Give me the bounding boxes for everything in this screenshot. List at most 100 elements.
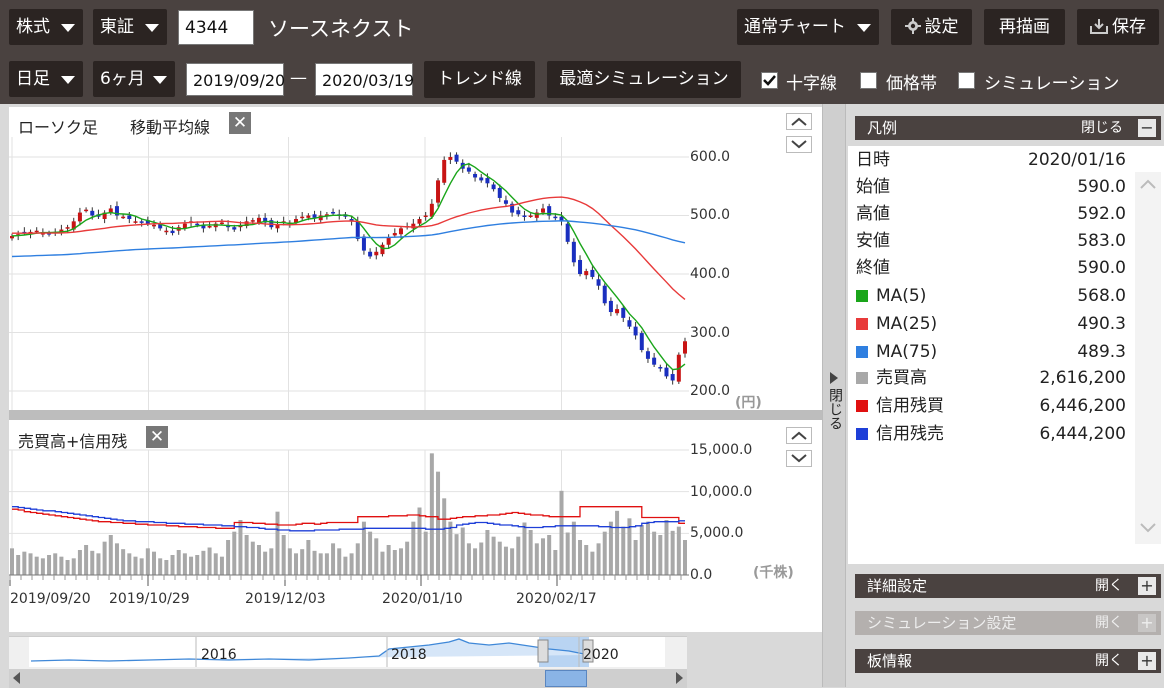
range-select[interactable]: 6ヶ月	[93, 61, 175, 97]
date-to-input[interactable]: 2020/03/19	[315, 63, 414, 96]
legend-row-close: 終値 590.0	[856, 255, 1126, 282]
order-book-open[interactable]: 開く	[1095, 649, 1123, 673]
volume-y-tick-15000: 15,000.0	[690, 442, 753, 458]
chevron-down-icon	[61, 76, 75, 84]
scrollbar-thumb[interactable]	[545, 670, 587, 687]
legend-key: 日時	[856, 150, 890, 170]
plus-icon[interactable]: +	[1138, 577, 1156, 595]
price-band-label: 価格帯	[886, 74, 937, 94]
chevron-up-icon[interactable]	[1135, 174, 1161, 194]
legend-key: MA(25)	[876, 314, 938, 334]
x-label-0217: 2020/02/17	[516, 591, 597, 607]
date-from-input[interactable]: 2019/09/20	[186, 63, 285, 96]
side-panel-toggle[interactable]: 閉じる	[822, 104, 846, 687]
panel-divider[interactable]	[9, 410, 822, 420]
volume-bar	[380, 551, 385, 575]
range-navigator[interactable]: 2016 2018 2020	[9, 636, 687, 688]
candle-body	[442, 159, 447, 183]
detail-settings-open[interactable]: 開く	[1095, 574, 1123, 598]
volume-bar	[534, 543, 539, 575]
simulation-checkbox[interactable]	[958, 72, 975, 89]
legend-key: 売買高	[876, 368, 927, 388]
detail-settings-header[interactable]: 詳細設定 開く +	[855, 574, 1161, 598]
volume-bar	[528, 530, 533, 575]
volume-bar	[436, 471, 441, 575]
volume-bar	[405, 541, 410, 575]
plus-icon[interactable]: +	[1138, 652, 1156, 670]
panel-down-button[interactable]	[786, 136, 812, 153]
legend-key: MA(75)	[876, 342, 938, 362]
volume-bar	[195, 555, 200, 575]
legend-key: 安値	[856, 231, 890, 251]
minus-icon[interactable]: −	[1138, 119, 1156, 137]
crosshair-checkbox[interactable]	[761, 72, 778, 89]
volume-bar	[263, 551, 268, 575]
chart-mode-select[interactable]: 通常チャート	[737, 9, 879, 45]
candle-body	[127, 215, 132, 220]
candle-body	[300, 216, 305, 219]
volume-bar	[232, 531, 237, 575]
margin-buy-line	[12, 506, 685, 529]
legend-key: 終値	[856, 258, 890, 278]
volume-bar	[676, 526, 681, 575]
volume-bar	[386, 545, 391, 575]
legend-scrollbar[interactable]	[1135, 172, 1161, 544]
candle-body	[670, 374, 675, 381]
volume-y-tick-5000: 5,000.0	[690, 525, 744, 541]
legend-row-margin-sell: 信用残売 6,444,200	[856, 421, 1126, 448]
save-label: 保存	[1112, 17, 1146, 37]
price-unit: (円)	[735, 395, 762, 411]
optimal-simulation-button[interactable]: 最適シミュレーション	[547, 61, 741, 98]
navigator-scrollbar[interactable]	[9, 669, 687, 688]
volume-bar	[133, 556, 138, 575]
volume-bar	[47, 555, 52, 575]
crosshair-label: 十字線	[786, 74, 837, 94]
candle-body	[306, 215, 311, 218]
exchange-select[interactable]: 東証	[93, 9, 167, 45]
candle-body	[90, 210, 95, 216]
legend-key: 信用残買	[876, 396, 944, 416]
volume-bar	[553, 550, 558, 575]
candle-body	[491, 184, 496, 190]
price-y-tick-200: 200.0	[690, 383, 731, 399]
legend-value: 2,616,200	[1039, 368, 1126, 388]
date-range-dash: —	[290, 68, 307, 88]
simulation-settings-open[interactable]: 開く	[1095, 611, 1123, 635]
legend-close-label[interactable]: 閉じる	[1081, 116, 1123, 140]
volume-bar	[411, 521, 416, 575]
candle-body	[152, 224, 157, 227]
market-select[interactable]: 株式	[9, 9, 83, 45]
legend-value: 583.0	[1077, 231, 1126, 251]
chevron-down-icon[interactable]	[1135, 518, 1161, 538]
candle-body	[516, 210, 521, 215]
volume-bar	[429, 453, 434, 575]
volume-up-button[interactable]	[786, 427, 812, 444]
x-axis-ticks	[9, 574, 689, 586]
volume-bar	[337, 548, 342, 575]
simulation-settings-header[interactable]: シミュレーション設定 開く +	[855, 611, 1161, 635]
save-button[interactable]: 保存	[1077, 9, 1159, 45]
volume-bar	[77, 550, 82, 575]
period-select[interactable]: 日足	[9, 61, 83, 97]
volume-down-button[interactable]	[786, 450, 812, 467]
candle-body	[331, 211, 336, 214]
scroll-left-arrow[interactable]	[13, 672, 20, 684]
plus-icon[interactable]: +	[1138, 614, 1156, 632]
panel-up-button[interactable]	[786, 113, 812, 130]
volume-bar	[473, 548, 478, 575]
volume-bar	[127, 553, 132, 575]
volume-unit: (千株)	[753, 565, 794, 581]
order-book-header[interactable]: 板情報 開く +	[855, 649, 1161, 673]
stock-code-input[interactable]: 4344	[178, 10, 254, 45]
price-band-checkbox[interactable]	[860, 72, 877, 89]
volume-bar	[53, 553, 58, 575]
redraw-button[interactable]: 再描画	[984, 9, 1065, 45]
gear-icon	[904, 18, 921, 34]
trendline-button[interactable]: トレンド線	[424, 61, 535, 98]
candle-body	[65, 227, 70, 229]
order-book-title: 板情報	[867, 652, 913, 670]
candle-body	[633, 326, 638, 336]
settings-label: 設定	[924, 17, 959, 37]
settings-button[interactable]: 設定	[891, 9, 972, 45]
scroll-right-arrow[interactable]	[676, 672, 683, 684]
